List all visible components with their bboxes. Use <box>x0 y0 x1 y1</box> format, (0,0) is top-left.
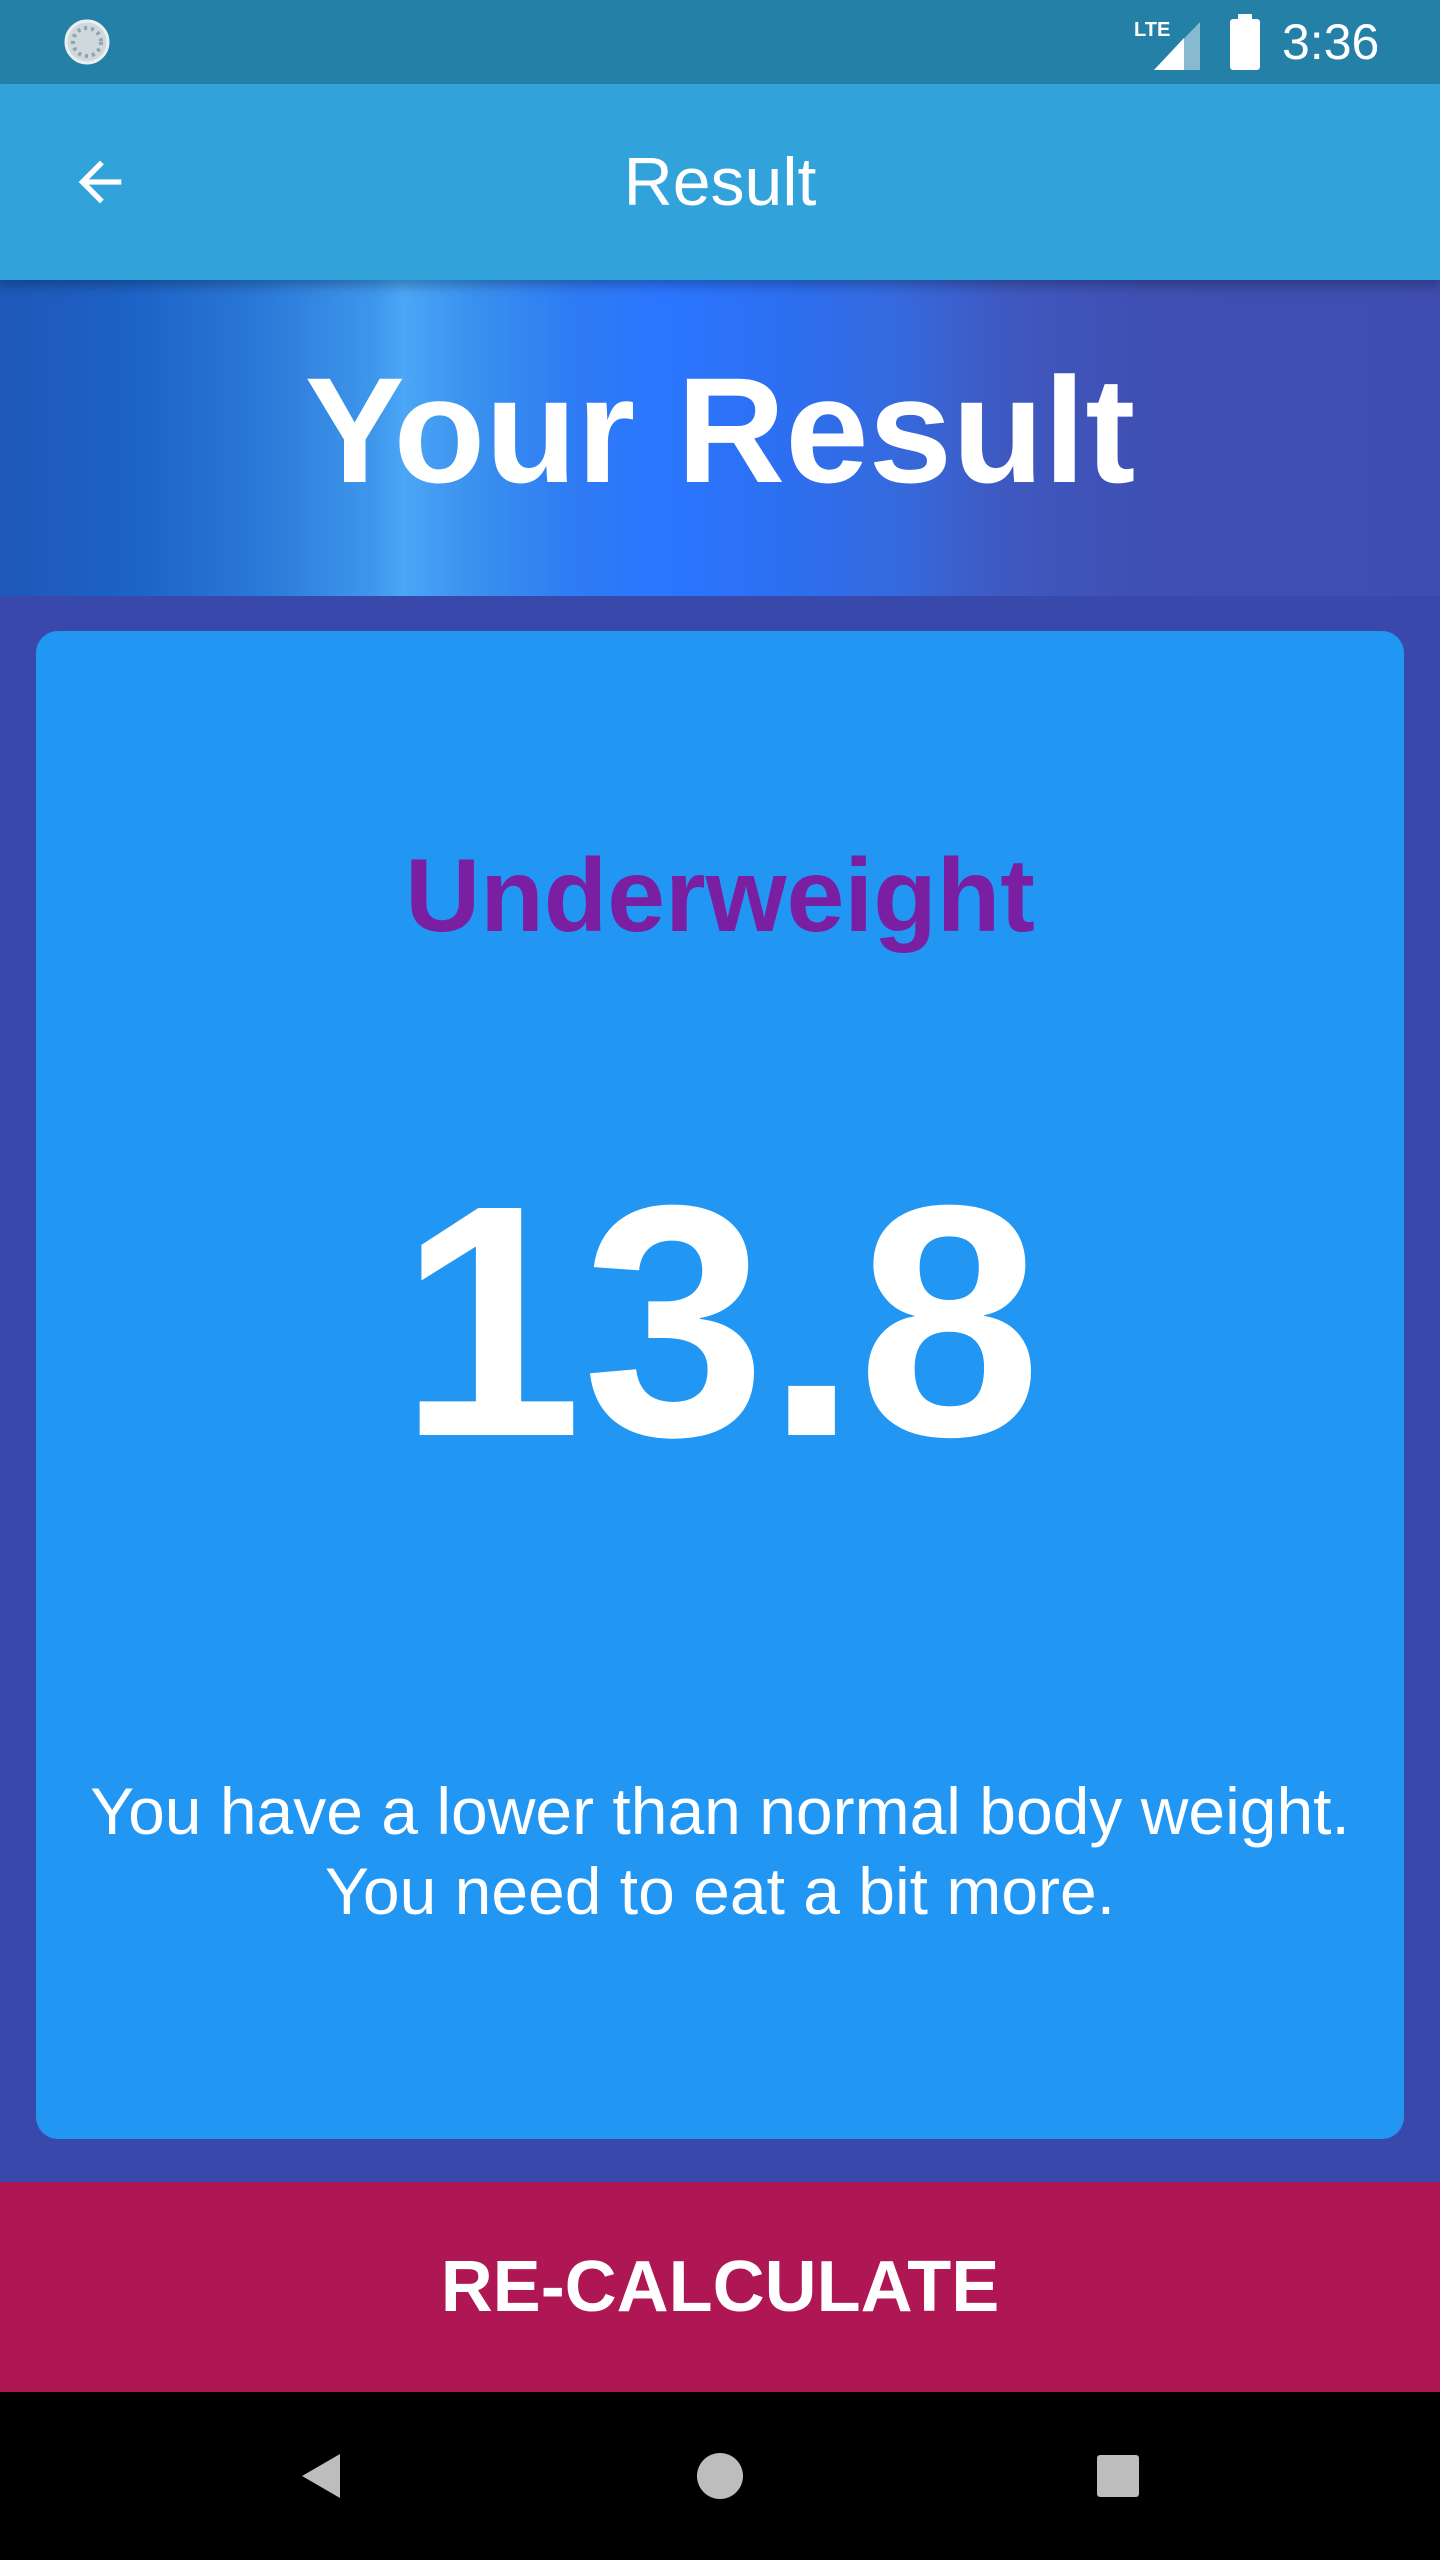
app-bar-title: Result <box>623 144 817 220</box>
nav-home-icon[interactable] <box>678 2434 762 2518</box>
nav-back-icon[interactable] <box>280 2434 364 2518</box>
arrow-back-icon <box>78 160 122 204</box>
page-title: Your Result <box>304 346 1136 514</box>
battery-icon <box>1230 14 1260 70</box>
lte-signal-icon: LTE <box>1134 19 1200 70</box>
bmi-interpretation-text: You have a lower than normal body weight… <box>90 1774 1350 1928</box>
bmi-category-label: Underweight <box>405 838 1035 954</box>
recalculate-button[interactable]: RE-CALCULATE <box>0 2182 1440 2392</box>
loading-indicator-icon <box>64 19 110 65</box>
back-button[interactable] <box>50 128 158 236</box>
result-card: Underweight 13.8 You have a lower than n… <box>36 631 1404 2139</box>
bmi-value: 13.8 <box>398 1136 1042 1505</box>
lte-label: LTE <box>1134 19 1170 41</box>
hero-banner: Your Result <box>0 280 1440 596</box>
navigation-bar <box>0 2392 1440 2560</box>
status-time: 3:36 <box>1282 14 1380 70</box>
status-bar: LTE 3:36 <box>0 0 1440 84</box>
nav-recents-icon[interactable] <box>1076 2434 1160 2518</box>
app-bar: Result <box>0 84 1440 280</box>
recalculate-button-label: RE-CALCULATE <box>440 2247 1000 2327</box>
